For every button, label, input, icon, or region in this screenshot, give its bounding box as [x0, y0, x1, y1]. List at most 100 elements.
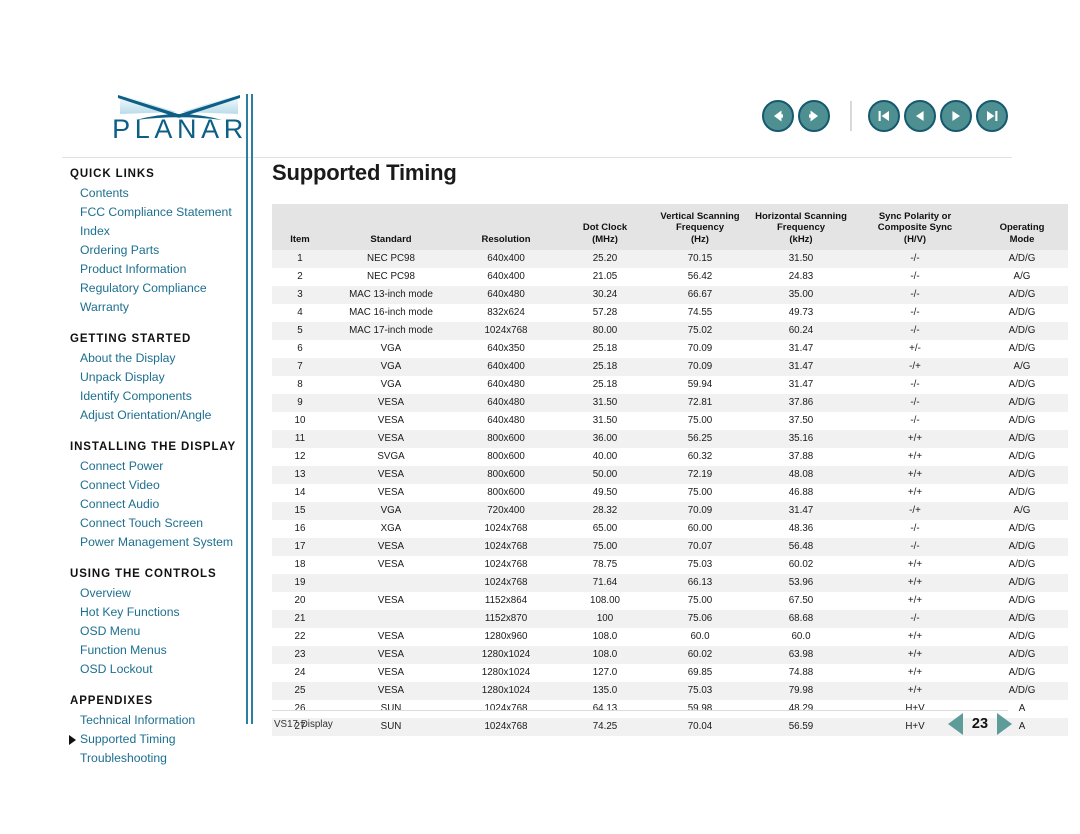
first-page-button[interactable]	[868, 100, 900, 132]
table-cell: 36.00	[592, 433, 618, 444]
table-column-header-line: Frequency	[776, 222, 826, 233]
sidebar-link[interactable]: Contents	[70, 184, 242, 203]
table-cell: 13	[294, 469, 306, 480]
table-cell: 24	[294, 667, 306, 678]
table-cell: +/+	[907, 685, 923, 696]
table-cell: 15	[294, 505, 306, 516]
sidebar-link[interactable]: Index	[70, 222, 242, 241]
table-column-header-line: (H/V)	[903, 233, 927, 245]
sidebar-link[interactable]: Ordering Parts	[70, 241, 242, 260]
table-cell: 24.83	[788, 271, 814, 282]
table-cell: 20	[294, 595, 306, 606]
table-cell: 23	[294, 649, 306, 660]
sidebar-link[interactable]: Regulatory Compliance	[70, 279, 242, 298]
table-cell: 800x600	[487, 487, 525, 498]
previous-page-arrow-icon[interactable]	[948, 713, 963, 735]
table-cell: VESA	[377, 397, 405, 408]
table-cell: 50.00	[592, 469, 618, 480]
table-cell: 31.50	[788, 253, 814, 264]
sidebar-link[interactable]: Warranty	[70, 298, 242, 317]
forward-button[interactable]	[798, 100, 830, 132]
table-cell: 35.00	[788, 289, 814, 300]
table-cell: A/D/G	[1008, 577, 1036, 588]
table-cell: A/D/G	[1008, 523, 1036, 534]
sidebar-link[interactable]: Hot Key Functions	[70, 603, 242, 622]
table-cell: A/D/G	[1008, 613, 1036, 624]
table-cell: +/+	[907, 631, 923, 642]
table-column-header-line: Horizontal Scanning	[755, 210, 847, 222]
table-cell: MAC 13-inch mode	[349, 289, 433, 300]
sidebar-link[interactable]: Connect Power	[70, 457, 242, 476]
sidebar-heading: INSTALLING THE DISPLAY	[70, 441, 237, 453]
table-cell: 70.04	[687, 721, 713, 732]
sidebar-link[interactable]: OSD Lockout	[70, 660, 242, 679]
table-row: 23 VESA 1280x1024 108.0 60.02 63.98 +/+ A/D/G	[272, 646, 1068, 664]
table-cell: 108.0	[592, 649, 618, 660]
table-cell: 64.13	[592, 703, 618, 714]
sidebar-link[interactable]: Connect Video	[70, 476, 242, 495]
table-cell: 100	[596, 613, 614, 624]
sidebar-link[interactable]: Connect Audio	[70, 495, 242, 514]
previous-page-button[interactable]	[904, 100, 936, 132]
table-cell: A/D/G	[1008, 595, 1036, 606]
table-cell: 56.59	[788, 721, 814, 732]
table-cell: 63.98	[788, 649, 814, 660]
table-cell: 10	[294, 415, 306, 426]
sidebar-link[interactable]: Adjust Orientation/Angle	[70, 406, 242, 425]
table-row: 16 XGA 1024x768 65.00 60.00 48.36 -/- A/D/G	[272, 520, 1068, 538]
table-cell: 12	[294, 451, 306, 462]
table-cell: SVGA	[377, 451, 405, 462]
arrow-left-circle-icon	[774, 110, 783, 122]
table-cell: VGA	[380, 361, 402, 372]
header-rule	[62, 157, 1012, 158]
table-cell: VESA	[377, 595, 405, 606]
sidebar-link[interactable]: Unpack Display	[70, 368, 242, 387]
table-cell: 35.16	[788, 433, 814, 444]
table-cell: 60.0	[791, 631, 811, 642]
table-cell: 75.03	[687, 559, 713, 570]
sidebar-link[interactable]: About the Display	[70, 349, 242, 368]
table-cell: 5	[297, 325, 303, 336]
table-column-header: Horizontal Scanning Frequency (kHz)	[748, 204, 854, 250]
table-row: 9 VESA 640x480 31.50 72.81 37.86 -/- A/D/G	[272, 394, 1068, 412]
table-cell: 31.50	[592, 397, 618, 408]
sidebar-link[interactable]: Identify Components	[70, 387, 242, 406]
table-cell: A/D/G	[1008, 253, 1036, 264]
sidebar-link[interactable]: Power Management System	[70, 533, 242, 552]
table-cell: 40.00	[592, 451, 618, 462]
table-cell: VGA	[380, 379, 402, 390]
sidebar-link[interactable]: Product Information	[70, 260, 242, 279]
table-column-header-line: Item	[290, 233, 310, 245]
table-cell: 80.00	[592, 325, 618, 336]
table-cell: SUN	[380, 721, 402, 732]
supported-timing-table: Item Standard Resolution Dot Clock (MHz) Vert…	[272, 204, 1068, 736]
table-cell: 11	[294, 433, 306, 444]
table-row: 10 VESA 640x480 31.50 75.00 37.50 -/- A/D/G	[272, 412, 1068, 430]
sidebar-link[interactable]: Technical Information	[70, 711, 242, 730]
table-column-header: Resolution	[454, 204, 558, 250]
table-cell: 25.20	[592, 253, 618, 264]
table-cell: A/G	[1013, 505, 1031, 516]
table-column-header-line: Standard	[370, 233, 412, 245]
sidebar-link[interactable]: Overview	[70, 584, 242, 603]
table-cell: 70.15	[687, 253, 713, 264]
table-column-header-line: Mode	[1009, 233, 1035, 245]
sidebar-link[interactable]: OSD Menu	[70, 622, 242, 641]
table-cell: A/D/G	[1008, 433, 1036, 444]
table-cell: 800x600	[487, 451, 525, 462]
table-column-header-line: Vertical Scanning	[660, 210, 740, 222]
sidebar-link[interactable]: Connect Touch Screen	[70, 514, 242, 533]
sidebar-link[interactable]: FCC Compliance Statement	[70, 203, 242, 222]
next-page-button[interactable]	[940, 100, 972, 132]
sidebar-link-active[interactable]: Supported Timing	[69, 730, 242, 749]
next-page-arrow-icon[interactable]	[997, 713, 1012, 735]
table-cell: MAC 17-inch mode	[349, 325, 433, 336]
sidebar-link[interactable]: Troubleshooting	[70, 749, 242, 768]
sidebar-link[interactable]: Function Menus	[70, 641, 242, 660]
table-cell: A/D/G	[1008, 559, 1036, 570]
back-button[interactable]	[762, 100, 794, 132]
table-cell: 21.05	[592, 271, 618, 282]
table-cell: 70.07	[687, 541, 713, 552]
table-cell: 640x400	[487, 361, 525, 372]
last-page-button[interactable]	[976, 100, 1008, 132]
